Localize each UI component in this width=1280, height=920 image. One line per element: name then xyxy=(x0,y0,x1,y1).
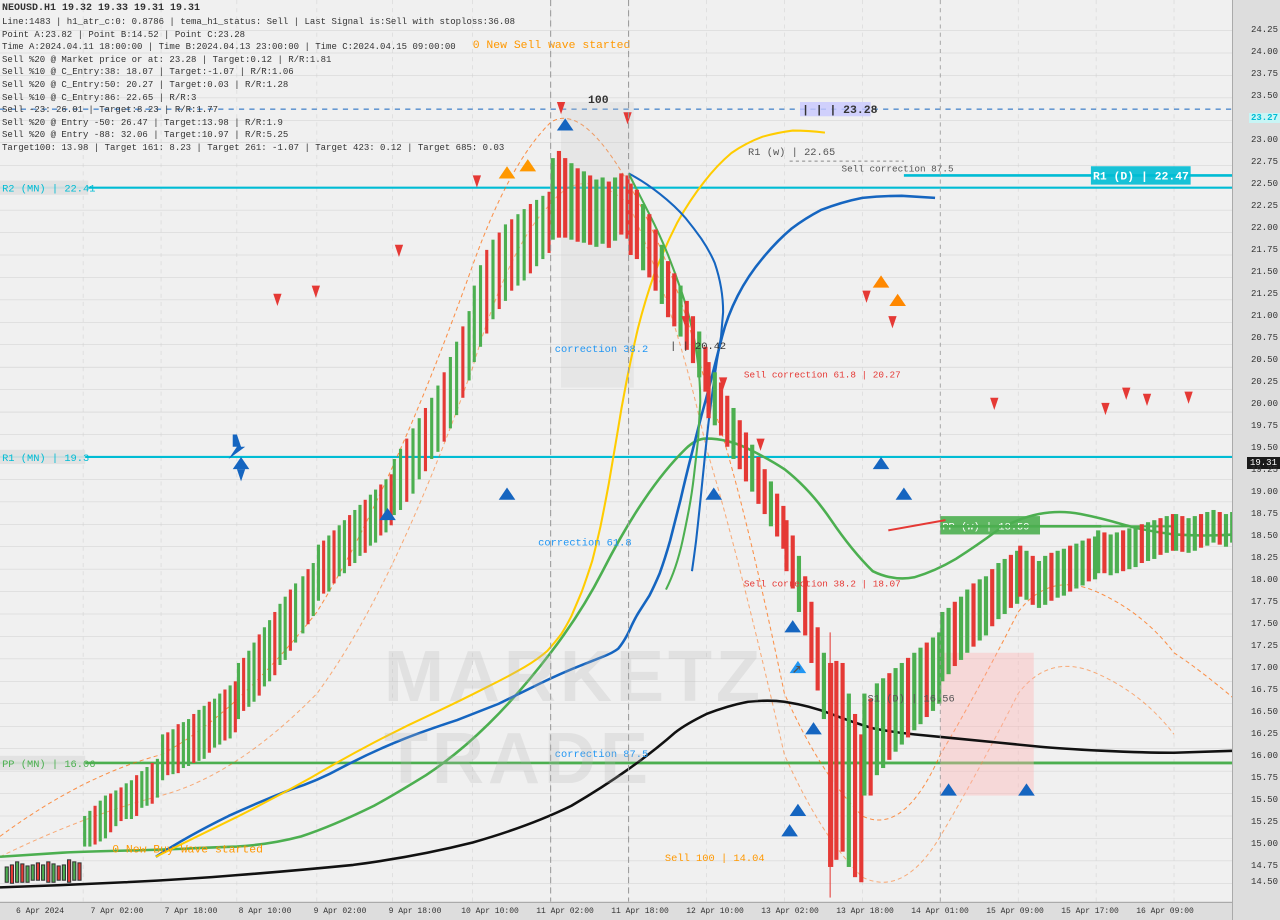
price-1675: 16.75 xyxy=(1251,685,1278,695)
svg-text:100: 100 xyxy=(588,95,609,107)
svg-text:correction 61.8: correction 61.8 xyxy=(538,538,631,550)
price-1600: 16.00 xyxy=(1251,751,1278,761)
svg-text:Sell correction 61.8 | 20.27: Sell correction 61.8 | 20.27 xyxy=(744,369,901,380)
chart-container: R2 (MN) | 22.41 R1 (MN) | 19.3 PP (MN) |… xyxy=(0,0,1280,920)
svg-text:correction 38.2: correction 38.2 xyxy=(555,344,648,356)
price-1900: 19.00 xyxy=(1251,487,1278,497)
price-2025: 20.25 xyxy=(1251,377,1278,387)
time-label-12: 14 Apr 01:00 xyxy=(911,907,969,916)
svg-text:Sell 100 | 14.04: Sell 100 | 14.04 xyxy=(665,853,765,865)
price-1975: 19.75 xyxy=(1251,421,1278,431)
price-1475: 14.75 xyxy=(1251,861,1278,871)
svg-text:0 New Sell wave started: 0 New Sell wave started xyxy=(473,40,631,52)
price-2350: 23.50 xyxy=(1251,91,1278,101)
price-1650: 16.50 xyxy=(1251,707,1278,717)
price-2150: 21.50 xyxy=(1251,267,1278,277)
price-1725: 17.25 xyxy=(1251,641,1278,651)
price-2327: 23.27 xyxy=(1249,113,1280,123)
price-1575: 15.75 xyxy=(1251,773,1278,783)
time-label-2: 7 Apr 18:00 xyxy=(165,907,218,916)
price-1750: 17.50 xyxy=(1251,619,1278,629)
time-label-5: 9 Apr 18:00 xyxy=(389,907,442,916)
time-label-13: 15 Apr 09:00 xyxy=(986,907,1044,916)
price-1700: 17.00 xyxy=(1251,663,1278,673)
price-1950: 19.50 xyxy=(1251,443,1278,453)
time-label-15: 16 Apr 09:00 xyxy=(1136,907,1194,916)
time-label-7: 11 Apr 02:00 xyxy=(536,907,594,916)
price-1875: 18.75 xyxy=(1251,509,1278,519)
price-1850: 18.50 xyxy=(1251,531,1278,541)
time-label-1: 7 Apr 02:00 xyxy=(91,907,144,916)
svg-text:R1 (MN) | 19.3: R1 (MN) | 19.3 xyxy=(2,453,89,465)
svg-text:R1 (D) | 22.47: R1 (D) | 22.47 xyxy=(1093,172,1189,184)
price-1450: 14.50 xyxy=(1251,877,1278,887)
price-2100: 21.00 xyxy=(1251,311,1278,321)
time-label-8: 11 Apr 18:00 xyxy=(611,907,669,916)
price-1525: 15.25 xyxy=(1251,817,1278,827)
price-1800: 18.00 xyxy=(1251,575,1278,585)
time-label-0: 6 Apr 2024 xyxy=(16,907,64,916)
price-1775: 17.75 xyxy=(1251,597,1278,607)
time-label-4: 9 Apr 02:00 xyxy=(314,907,367,916)
price-2375: 23.75 xyxy=(1251,69,1278,79)
chart-svg: R2 (MN) | 22.41 R1 (MN) | 19.3 PP (MN) |… xyxy=(0,0,1280,920)
price-scale: 24.25 24.00 23.75 23.50 23.25 23.27 23.0… xyxy=(1232,0,1280,920)
svg-text:| | | 23.28: | | | 23.28 xyxy=(802,105,878,117)
svg-text:S1 (D) | 16.56: S1 (D) | 16.56 xyxy=(868,694,955,706)
price-2250: 22.50 xyxy=(1251,179,1278,189)
price-2275: 22.75 xyxy=(1251,157,1278,167)
svg-text:Sell correction 38.2 | 18.07: Sell correction 38.2 | 18.07 xyxy=(744,579,901,590)
price-2425: 24.25 xyxy=(1251,25,1278,35)
svg-text:↗: ↗ xyxy=(792,659,802,678)
price-2000: 20.00 xyxy=(1251,399,1278,409)
price-2125: 21.25 xyxy=(1251,289,1278,299)
price-1500: 15.00 xyxy=(1251,839,1278,849)
svg-text:correction 87.5: correction 87.5 xyxy=(555,749,648,761)
time-label-11: 13 Apr 18:00 xyxy=(836,907,894,916)
time-label-10: 13 Apr 02:00 xyxy=(761,907,819,916)
price-2300: 23.00 xyxy=(1251,135,1278,145)
price-1625: 16.25 xyxy=(1251,729,1278,739)
price-2050: 20.50 xyxy=(1251,355,1278,365)
price-1925: 19.25 xyxy=(1251,465,1278,475)
time-label-9: 12 Apr 10:00 xyxy=(686,907,744,916)
time-label-14: 15 Apr 17:00 xyxy=(1061,907,1119,916)
price-2200: 22.00 xyxy=(1251,223,1278,233)
price-2075: 20.75 xyxy=(1251,333,1278,343)
svg-text:| | 20.42: | | 20.42 xyxy=(670,341,726,353)
svg-text:PP (MN) | 16.06: PP (MN) | 16.06 xyxy=(2,759,95,771)
price-2225: 22.25 xyxy=(1251,201,1278,211)
price-2400: 24.00 xyxy=(1251,47,1278,57)
svg-text:Sell correction 87.5: Sell correction 87.5 xyxy=(842,163,954,174)
price-1825: 18.25 xyxy=(1251,553,1278,563)
time-label-6: 10 Apr 10:00 xyxy=(461,907,519,916)
svg-text:R2 (MN) | 22.41: R2 (MN) | 22.41 xyxy=(2,184,95,196)
price-1550: 15.50 xyxy=(1251,795,1278,805)
time-label-3: 8 Apr 10:00 xyxy=(239,907,292,916)
svg-text:0 New Buy Wave started: 0 New Buy Wave started xyxy=(112,845,263,857)
price-2175: 21.75 xyxy=(1251,245,1278,255)
svg-text:R1 (w) | 22.65: R1 (w) | 22.65 xyxy=(748,147,835,159)
time-axis: 6 Apr 2024 7 Apr 02:00 7 Apr 18:00 8 Apr… xyxy=(0,902,1232,920)
